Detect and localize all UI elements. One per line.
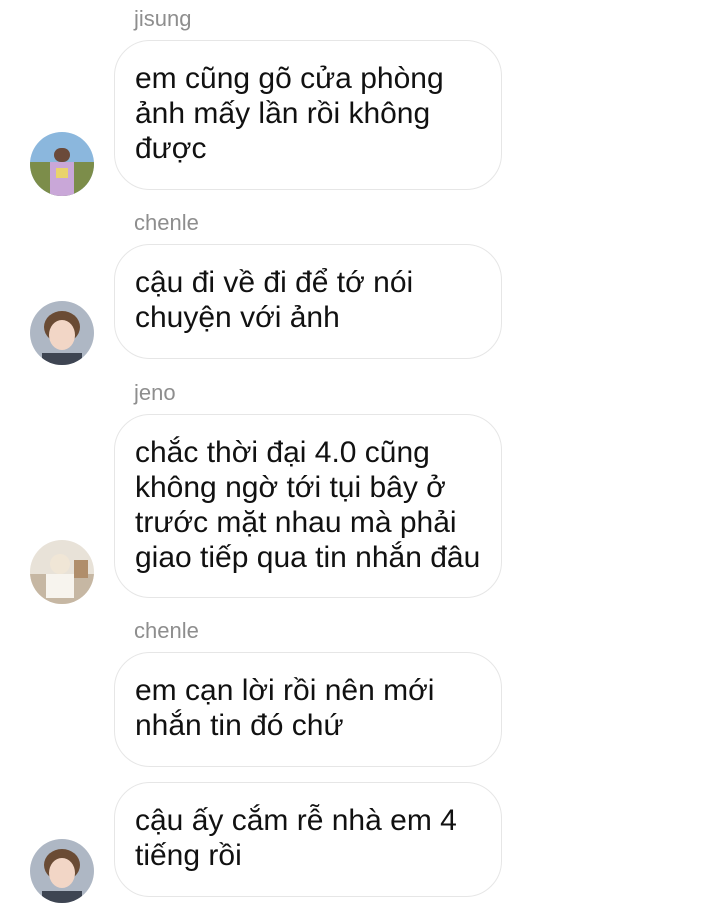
sender-name: jeno: [134, 380, 176, 405]
message-bubble[interactable]: em cạn lời rồi nên mới nhắn tin đó chứ: [114, 652, 502, 767]
message-bubble[interactable]: em cũng gõ cửa phòng ảnh mấy lần rồi khô…: [114, 40, 502, 190]
avatar[interactable]: [30, 301, 94, 365]
avatar-jisung-image: [30, 132, 94, 196]
avatar-chenle-image: [30, 301, 94, 365]
avatar[interactable]: [30, 540, 94, 604]
avatar[interactable]: [30, 839, 94, 903]
message-bubble[interactable]: cậu đi về đi để tớ nói chuyện với ảnh: [114, 244, 502, 359]
message-bubble[interactable]: chắc thời đại 4.0 cũng không ngờ tới tụi…: [114, 414, 502, 598]
avatar-jeno-image: [30, 540, 94, 604]
sender-name: chenle: [134, 210, 199, 235]
sender-name: jisung: [134, 6, 192, 31]
avatar[interactable]: [30, 132, 94, 196]
sender-name: chenle: [134, 618, 199, 643]
message-bubble[interactable]: cậu ấy cắm rễ nhà em 4 tiếng rồi: [114, 782, 502, 897]
avatar-chenle-image: [30, 839, 94, 903]
